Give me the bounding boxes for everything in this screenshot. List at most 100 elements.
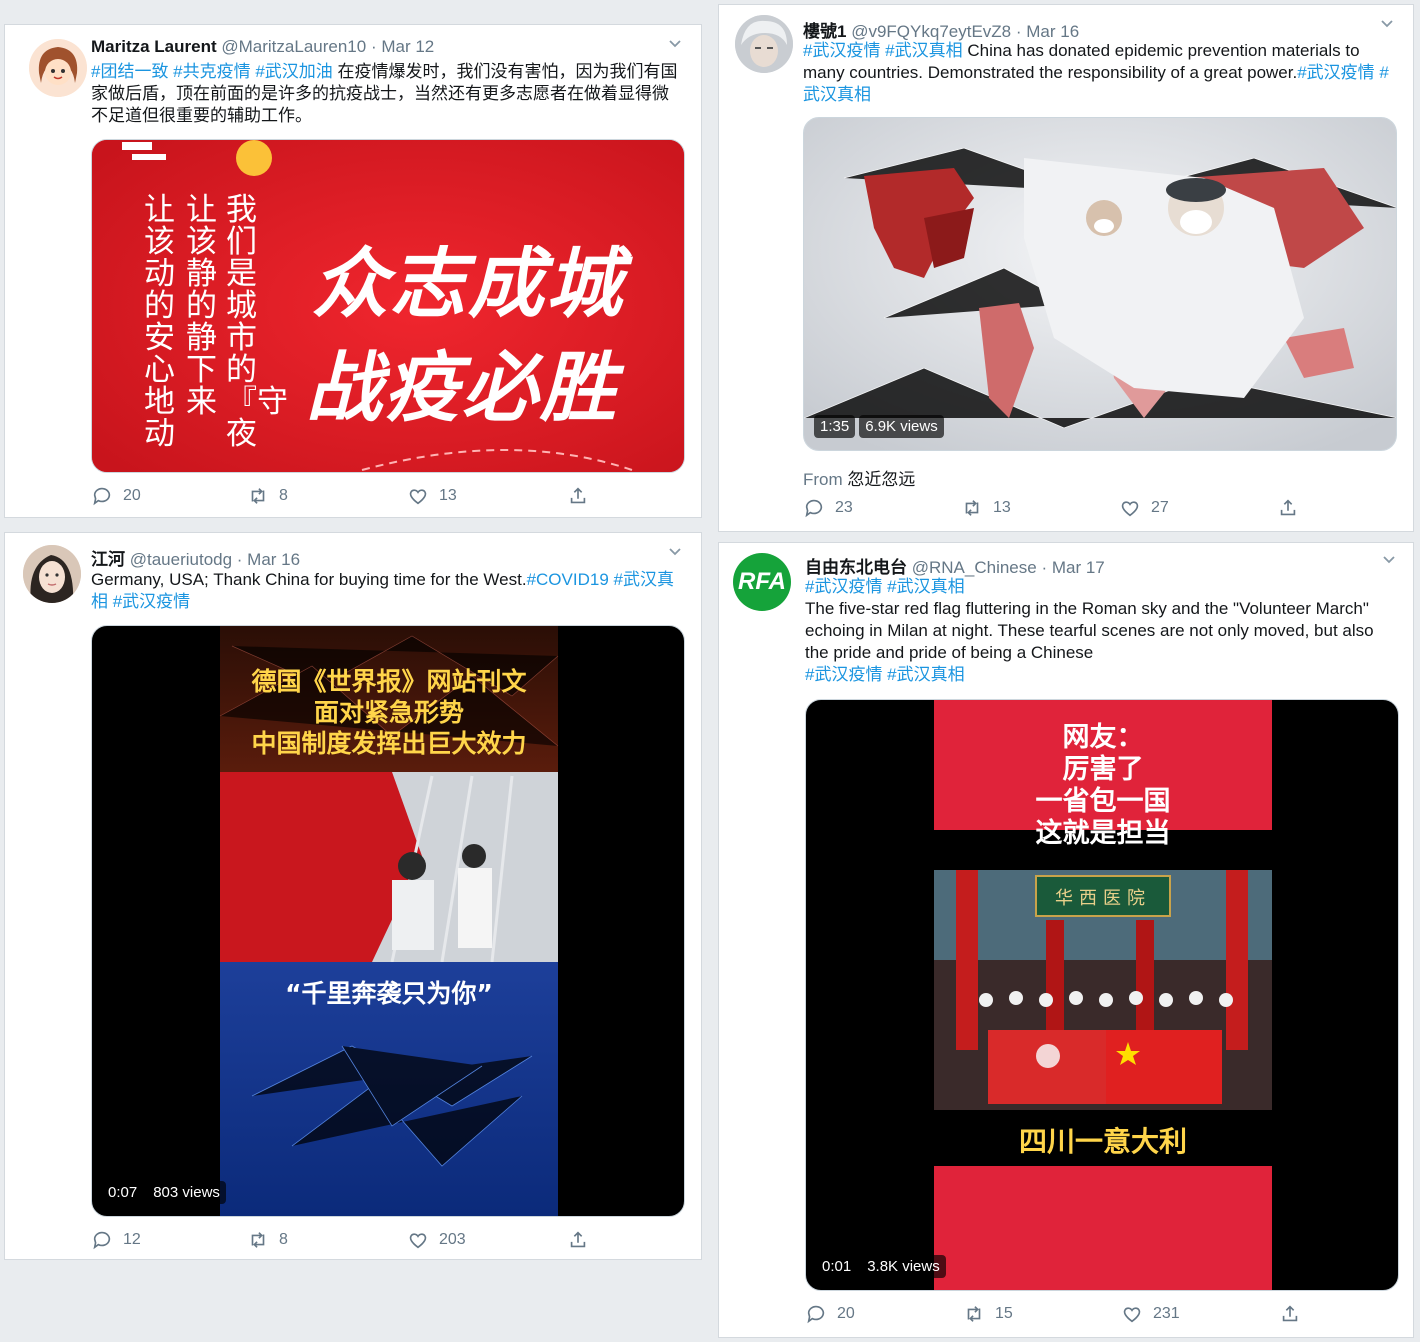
tweet-actions: 20 15 231	[805, 1303, 1405, 1325]
retweet-count: 13	[993, 499, 1011, 516]
slogan-line-2: 战疫必胜	[306, 343, 618, 432]
avatar[interactable]	[735, 15, 793, 73]
video-views: 3.8K views	[861, 1255, 946, 1278]
like-icon	[1121, 501, 1139, 517]
video-duration: 1:35	[814, 415, 856, 438]
retweet-button[interactable]: 15	[963, 1303, 1121, 1325]
tweet-text: #武汉疫情 #武汉真相 The five-star red flag flutt…	[805, 576, 1395, 686]
share-button[interactable]	[1279, 1303, 1301, 1325]
chevron-down-icon[interactable]	[667, 543, 683, 564]
retweet-icon	[965, 500, 979, 516]
hashtags[interactable]: #团结一致 #共克疫情 #武汉加油	[91, 62, 333, 81]
like-button[interactable]: 27	[1119, 497, 1277, 519]
share-button[interactable]	[567, 1229, 589, 1251]
like-icon	[409, 1233, 427, 1249]
retweet-count: 8	[279, 487, 288, 504]
share-button[interactable]	[567, 485, 589, 507]
retweet-button[interactable]: 13	[961, 497, 1119, 519]
display-name[interactable]: 江河	[91, 550, 125, 569]
tweet-video[interactable]: 1:35 6.9K views	[803, 117, 1397, 451]
tweet-date[interactable]: · Mar 16	[237, 550, 300, 569]
handle[interactable]: @v9FQYkq7eytEvZ8	[851, 22, 1011, 41]
hashtags[interactable]: #武汉疫情 #武汉真相	[805, 576, 1395, 598]
avatar[interactable]	[29, 39, 87, 97]
retweet-icon	[251, 1232, 265, 1248]
caption-line-4: 这就是担当	[1035, 818, 1171, 849]
source-account-link[interactable]: 忽近忽远	[847, 470, 915, 489]
caption-line-1: 网友：	[1062, 722, 1144, 753]
tweet-text: Germany, USA; Thank China for buying tim…	[91, 569, 681, 613]
video-caption: 网友： 厉害了 一省包一国 这就是担当	[934, 722, 1272, 850]
retweet-icon	[967, 1306, 981, 1322]
caption-line-2: 厉害了	[1062, 754, 1144, 785]
tweet-video[interactable]: 德国《世界报》网站刊文 面对紧急形势 中国制度发挥出巨大效力 “千里奔袭只为你”…	[91, 625, 685, 1217]
reply-button[interactable]: 23	[803, 497, 961, 519]
hashtags[interactable]: #武汉疫情 #武汉真相	[803, 41, 963, 60]
reply-button[interactable]: 20	[805, 1303, 963, 1325]
reply-button[interactable]: 20	[91, 485, 247, 507]
tweet-date[interactable]: · Mar 16	[1016, 22, 1079, 41]
reply-count: 20	[123, 487, 141, 504]
chevron-down-icon[interactable]	[1379, 15, 1395, 36]
reply-icon	[93, 487, 111, 506]
tweet-header: Maritza Laurent @MaritzaLauren10 · Mar 1…	[91, 37, 434, 57]
video-views: 803 views	[147, 1181, 226, 1204]
retweet-button[interactable]: 8	[247, 485, 407, 507]
like-count: 13	[439, 487, 457, 504]
chevron-down-icon[interactable]	[1381, 551, 1397, 572]
from-label: From	[803, 470, 843, 489]
video-badge: 1:35 6.9K views	[814, 415, 944, 438]
share-icon	[1282, 1305, 1298, 1322]
like-icon	[1123, 1307, 1141, 1323]
handle[interactable]: @RNA_Chinese	[912, 558, 1037, 577]
share-icon	[1280, 499, 1296, 516]
tweet-card[interactable]: RFA 自由东北电台 @RNA_Chinese · Mar 17 #武汉疫情 #…	[718, 542, 1414, 1338]
slogan-line-1: 众志成城	[312, 239, 624, 328]
tweet-card[interactable]: 樓號1 @v9FQYkq7eytEvZ8 · Mar 16 #武汉疫情 #武汉真…	[718, 4, 1414, 532]
display-name[interactable]: 自由东北电台	[805, 558, 907, 577]
hashtags[interactable]: #武汉疫情 #武汉真相	[805, 664, 1395, 686]
tweet-card[interactable]: 江河 @taueriutodg · Mar 16 Germany, USA; T…	[4, 532, 702, 1260]
retweet-count: 8	[279, 1231, 288, 1248]
retweet-button[interactable]: 8	[247, 1229, 407, 1251]
avatar[interactable]	[23, 545, 81, 603]
like-button[interactable]: 13	[407, 485, 567, 507]
tweet-header: 江河 @taueriutodg · Mar 16	[91, 545, 300, 570]
video-headline: 德国《世界报》网站刊文 面对紧急形势 中国制度发挥出巨大效力	[220, 666, 558, 759]
headline-line-1: 德国《世界报》网站刊文	[251, 667, 527, 696]
tweet-body: Germany, USA; Thank China for buying tim…	[91, 570, 527, 589]
chevron-down-icon[interactable]	[667, 35, 683, 56]
tweet-text: #团结一致 #共克疫情 #武汉加油 在疫情爆发时，我们没有害怕，因为我们有国家做…	[91, 61, 681, 127]
tweet-date[interactable]: · Mar 17	[1041, 558, 1104, 577]
like-button[interactable]: 203	[407, 1229, 567, 1251]
video-badge: 0:01 3.8K views	[816, 1255, 946, 1278]
display-name[interactable]: Maritza Laurent	[91, 37, 217, 56]
video-badge: 0:07 803 views	[102, 1181, 226, 1204]
reply-icon	[807, 1305, 825, 1324]
avatar-logo: RFA	[738, 568, 786, 595]
tweet-actions: 23 13 27	[803, 497, 1403, 519]
reply-button[interactable]: 12	[91, 1229, 247, 1251]
video-bottom-caption: 四川一意大利	[1018, 1125, 1187, 1158]
like-count: 27	[1151, 499, 1169, 516]
share-button[interactable]	[1277, 497, 1299, 519]
display-name[interactable]: 樓號1	[803, 22, 846, 41]
handle[interactable]: @MaritzaLauren10	[221, 37, 366, 56]
tweet-header: 樓號1 @v9FQYkq7eytEvZ8 · Mar 16	[803, 17, 1079, 42]
like-count: 203	[439, 1231, 466, 1248]
tweet-card[interactable]: Maritza Laurent @MaritzaLauren10 · Mar 1…	[4, 24, 702, 518]
video-duration: 0:01	[816, 1255, 858, 1278]
tweet-video[interactable]: 网友： 厉害了 一省包一国 这就是担当 华西医院 四川一意大利 0:01 3.8…	[805, 699, 1399, 1291]
avatar[interactable]: RFA	[733, 553, 791, 611]
tweet-image[interactable]: 让该动的安心地动 让该静的静下来 我们是城市的『守夜 众志成城 战疫必胜	[91, 139, 685, 473]
share-icon	[570, 487, 586, 504]
handle[interactable]: @taueriutodg	[130, 550, 232, 569]
reply-count: 20	[837, 1305, 855, 1322]
reply-count: 12	[123, 1231, 141, 1248]
video-source: From 忽近忽远	[803, 465, 915, 490]
like-button[interactable]: 231	[1121, 1303, 1279, 1325]
video-quote: “千里奔袭只为你”	[285, 979, 493, 1008]
tweet-header: 自由东北电台 @RNA_Chinese · Mar 17	[805, 553, 1105, 578]
tweet-date[interactable]: · Mar 12	[371, 37, 434, 56]
retweet-icon	[251, 488, 265, 504]
